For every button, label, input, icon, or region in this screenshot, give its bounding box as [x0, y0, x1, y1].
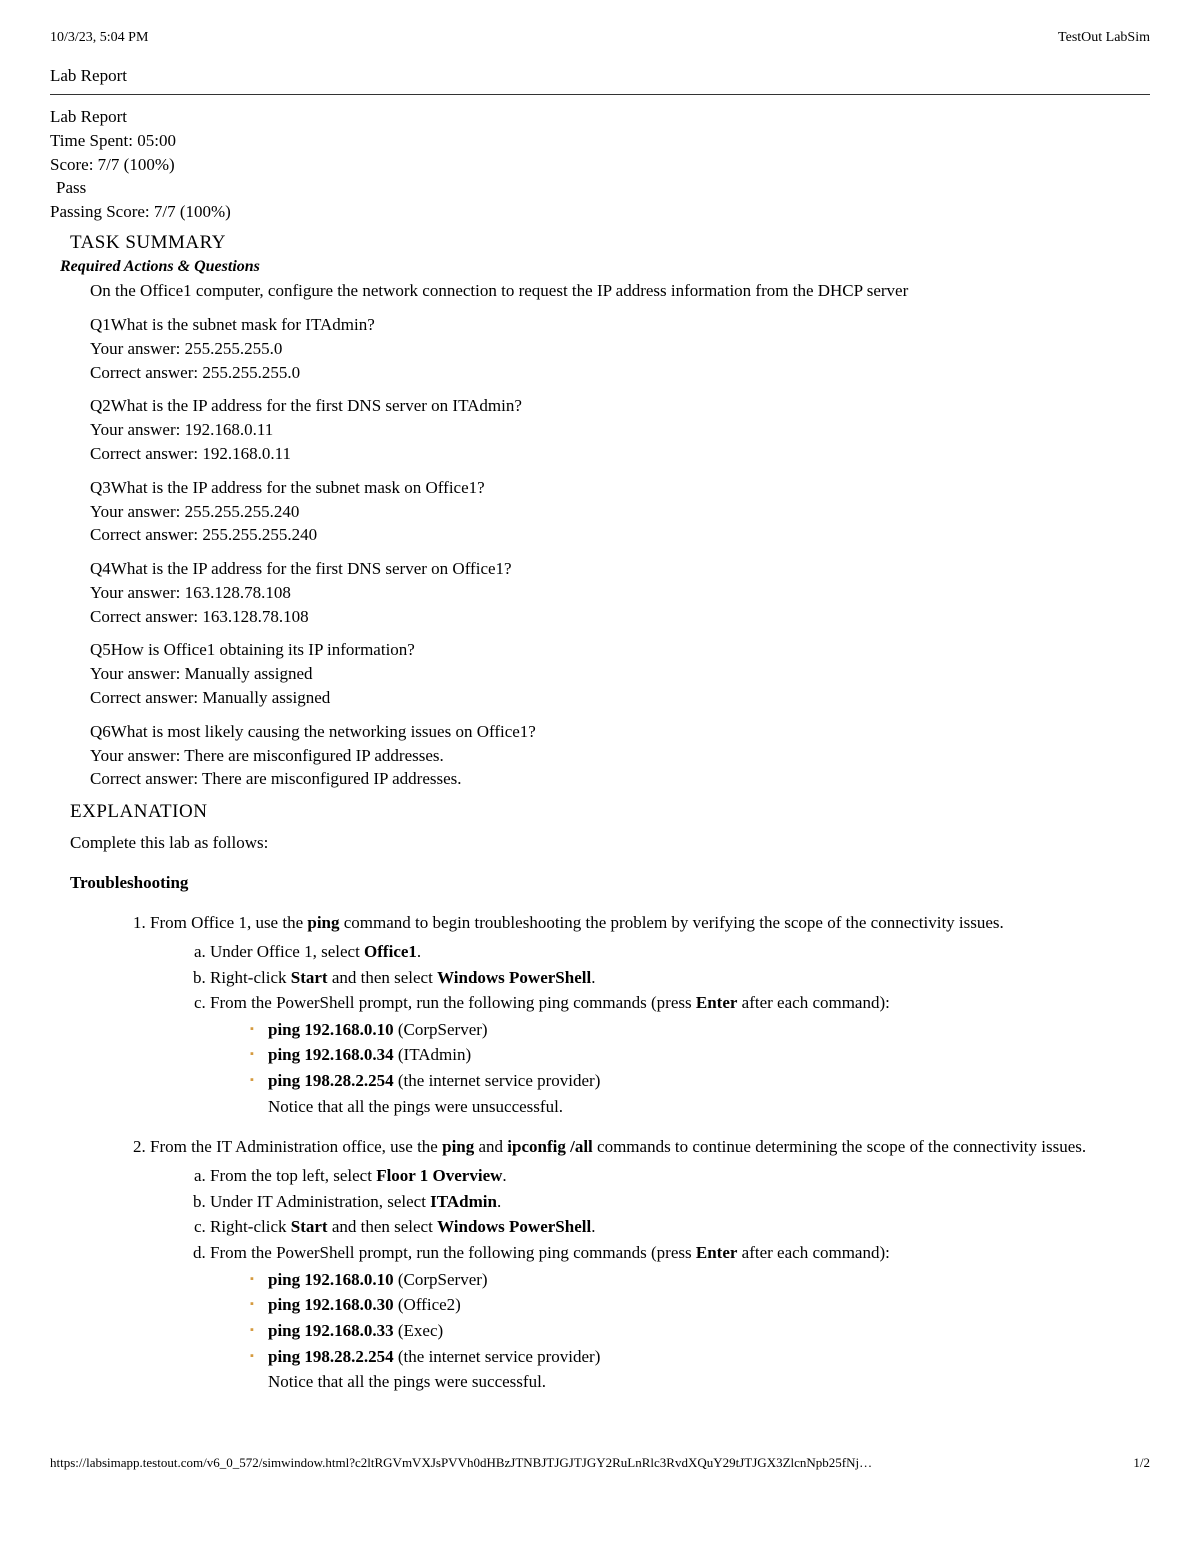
correct-answer: Correct answer: Manually assigned: [90, 686, 1150, 710]
substep: From the PowerShell prompt, run the foll…: [210, 1241, 1150, 1395]
required-action: On the Office1 computer, configure the n…: [90, 280, 1150, 303]
question-text: Q6What is most likely causing the networ…: [90, 720, 1150, 744]
substep: Right-click Start and then select Window…: [210, 1215, 1150, 1240]
substep: From the PowerShell prompt, run the foll…: [210, 991, 1150, 1119]
bullet-item: ping 198.28.2.254 (the internet service …: [250, 1069, 1150, 1094]
question-block: Q1What is the subnet mask for ITAdmin? Y…: [90, 313, 1150, 384]
status: Pass: [50, 176, 1150, 200]
your-answer: Your answer: 255.255.255.0: [90, 337, 1150, 361]
bullet-item: ping 192.168.0.33 (Exec): [250, 1319, 1150, 1344]
troubleshooting-title: Troubleshooting: [70, 873, 1150, 893]
step-item: From Office 1, use the ping command to b…: [150, 911, 1150, 1119]
your-answer: Your answer: 192.168.0.11: [90, 418, 1150, 442]
question-text: Q1What is the subnet mask for ITAdmin?: [90, 313, 1150, 337]
question-text: Q3What is the IP address for the subnet …: [90, 476, 1150, 500]
question-text: Q2What is the IP address for the first D…: [90, 394, 1150, 418]
explanation-title: EXPLANATION: [70, 801, 1150, 823]
step-note: Notice that all the pings were unsuccess…: [268, 1095, 1150, 1120]
substep: Under Office 1, select Office1.: [210, 940, 1150, 965]
footer-url: https://labsimapp.testout.com/v6_0_572/s…: [50, 1455, 872, 1471]
bullet-item: ping 192.168.0.10 (CorpServer): [250, 1018, 1150, 1043]
time-spent: Time Spent: 05:00: [50, 129, 1150, 153]
question-block: Q5How is Office1 obtaining its IP inform…: [90, 638, 1150, 709]
bullets-list: ping 192.168.0.10 (CorpServer) ping 192.…: [250, 1018, 1150, 1094]
question-text: Q4What is the IP address for the first D…: [90, 557, 1150, 581]
your-answer: Your answer: Manually assigned: [90, 662, 1150, 686]
step-note: Notice that all the pings were successfu…: [268, 1370, 1150, 1395]
page-title: Lab Report: [50, 66, 1150, 86]
task-summary-title: TASK SUMMARY: [70, 232, 1150, 254]
explanation-intro: Complete this lab as follows:: [70, 833, 1150, 853]
question-block: Q6What is most likely causing the networ…: [90, 720, 1150, 791]
question-text: Q5How is Office1 obtaining its IP inform…: [90, 638, 1150, 662]
substep: Right-click Start and then select Window…: [210, 966, 1150, 991]
step-item: From the IT Administration office, use t…: [150, 1135, 1150, 1394]
divider: [50, 94, 1150, 95]
substeps-list: From the top left, select Floor 1 Overvi…: [190, 1164, 1150, 1395]
question-block: Q4What is the IP address for the first D…: [90, 557, 1150, 628]
bullet-item: ping 192.168.0.10 (CorpServer): [250, 1268, 1150, 1293]
app-title: TestOut LabSim: [1058, 30, 1150, 46]
report-summary: Lab Report Time Spent: 05:00 Score: 7/7 …: [50, 105, 1150, 224]
bullet-item: ping 198.28.2.254 (the internet service …: [250, 1345, 1150, 1370]
page-header: 10/3/23, 5:04 PM TestOut LabSim: [50, 30, 1150, 46]
page-footer: https://labsimapp.testout.com/v6_0_572/s…: [50, 1455, 1150, 1471]
steps-list: From Office 1, use the ping command to b…: [130, 911, 1150, 1395]
correct-answer: Correct answer: 163.128.78.108: [90, 605, 1150, 629]
your-answer: Your answer: 255.255.255.240: [90, 500, 1150, 524]
correct-answer: Correct answer: 255.255.255.240: [90, 523, 1150, 547]
correct-answer: Correct answer: 255.255.255.0: [90, 361, 1150, 385]
substep: Under IT Administration, select ITAdmin.: [210, 1190, 1150, 1215]
correct-answer: Correct answer: 192.168.0.11: [90, 442, 1150, 466]
your-answer: Your answer: There are misconfigured IP …: [90, 744, 1150, 768]
required-actions-title: Required Actions & Questions: [60, 258, 1150, 276]
your-answer: Your answer: 163.128.78.108: [90, 581, 1150, 605]
question-block: Q3What is the IP address for the subnet …: [90, 476, 1150, 547]
question-block: Q2What is the IP address for the first D…: [90, 394, 1150, 465]
footer-page: 1/2: [1133, 1455, 1150, 1471]
bullet-item: ping 192.168.0.30 (Office2): [250, 1293, 1150, 1318]
bullet-item: ping 192.168.0.34 (ITAdmin): [250, 1043, 1150, 1068]
summary-title: Lab Report: [50, 105, 1150, 129]
substeps-list: Under Office 1, select Office1. Right-cl…: [190, 940, 1150, 1119]
datetime: 10/3/23, 5:04 PM: [50, 30, 148, 46]
substep: From the top left, select Floor 1 Overvi…: [210, 1164, 1150, 1189]
score: Score: 7/7 (100%): [50, 153, 1150, 177]
passing-score: Passing Score: 7/7 (100%): [50, 200, 1150, 224]
bullets-list: ping 192.168.0.10 (CorpServer) ping 192.…: [250, 1268, 1150, 1370]
correct-answer: Correct answer: There are misconfigured …: [90, 767, 1150, 791]
